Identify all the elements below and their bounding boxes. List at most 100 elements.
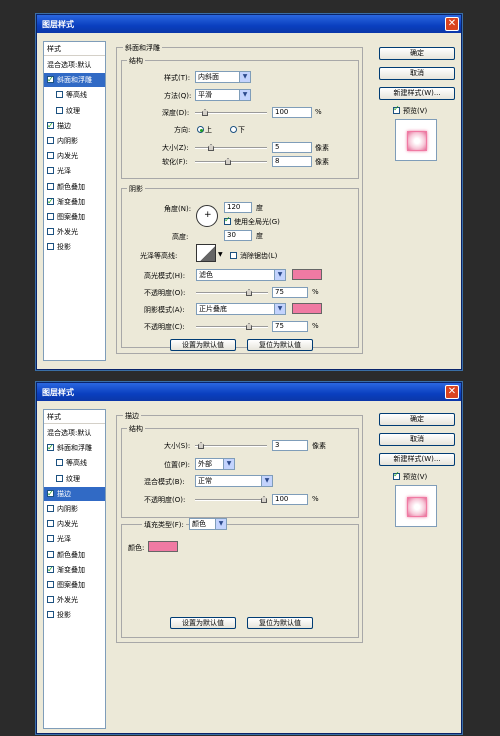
checkbox-icon[interactable] [47, 611, 54, 619]
checkbox-icon[interactable] [47, 505, 54, 512]
style-list-item[interactable]: 内发光 [44, 149, 105, 163]
altitude-input[interactable]: 30 [224, 230, 252, 241]
direction-down-option[interactable]: 下 [230, 125, 245, 135]
new-style-button[interactable]: 新建样式(W)... [379, 87, 455, 100]
checkbox-icon[interactable] [56, 474, 63, 482]
angle-input[interactable]: 120 [224, 202, 252, 213]
soften-input[interactable]: 8 [272, 156, 312, 167]
soften-slider[interactable] [195, 158, 267, 166]
preview-option[interactable]: 预览(V) [393, 470, 427, 482]
dialog-titlebar[interactable]: 图层样式 ✕ [37, 15, 461, 33]
size-slider[interactable] [195, 442, 267, 450]
dialog-titlebar[interactable]: 图层样式 ✕ [37, 383, 461, 401]
highlight-color-swatch[interactable] [292, 269, 322, 280]
checkbox-icon[interactable] [47, 581, 54, 588]
opacity-slider[interactable] [195, 496, 267, 504]
style-list-item[interactable]: 图案叠加 [44, 210, 105, 224]
checkbox-checked-icon[interactable] [47, 487, 54, 501]
checkbox-icon[interactable] [47, 550, 54, 558]
style-list-item[interactable]: 光泽 [44, 532, 105, 546]
position-select[interactable]: 外部 ▼ [195, 458, 235, 470]
style-list-item[interactable]: 投影 [44, 608, 105, 622]
style-list-item[interactable]: 斜面和浮雕 [44, 441, 105, 455]
checkbox-icon[interactable] [47, 167, 54, 175]
style-list-item[interactable]: 斜面和浮雕 [44, 73, 105, 88]
shadow-opacity-input[interactable]: 75 [272, 321, 308, 332]
set-default-button[interactable]: 设置为默认值 [170, 339, 236, 351]
gloss-contour-picker[interactable] [196, 244, 216, 262]
size-input[interactable]: 5 [272, 142, 312, 153]
reset-default-button[interactable]: 复位为默认值 [247, 617, 313, 629]
checkbox-icon[interactable] [56, 91, 63, 99]
slider-thumb[interactable] [261, 496, 267, 503]
stroke-color-swatch[interactable] [148, 541, 178, 552]
close-icon[interactable]: ✕ [445, 385, 459, 399]
style-list-item[interactable]: 等高线 [44, 456, 105, 470]
blend-mode-select[interactable]: 正常 ▼ [195, 475, 273, 487]
highlight-opacity-slider[interactable] [196, 289, 268, 297]
shadow-color-swatch[interactable] [292, 303, 322, 314]
style-list-item[interactable]: 渐变叠加 [44, 195, 105, 209]
checkbox-checked-icon[interactable] [47, 563, 54, 577]
checkbox-icon[interactable] [47, 520, 54, 528]
checkbox-checked-icon[interactable] [47, 119, 54, 133]
style-list-item[interactable]: 外发光 [44, 225, 105, 239]
checkbox-icon[interactable] [47, 182, 54, 190]
style-list-item[interactable]: 纹理 [44, 472, 105, 486]
checkbox-checked-icon[interactable] [47, 441, 54, 455]
style-list-item[interactable]: 混合选项:默认 [44, 58, 105, 72]
ok-button[interactable]: 确定 [379, 47, 455, 60]
anti-alias-option[interactable]: 消除锯齿(L) [230, 251, 277, 261]
method-select[interactable]: 平滑 ▼ [195, 89, 251, 101]
checkbox-checked-icon[interactable] [47, 73, 54, 87]
new-style-button[interactable]: 新建样式(W)... [379, 453, 455, 466]
checkbox-icon[interactable] [47, 137, 54, 144]
highlight-opacity-input[interactable]: 75 [272, 287, 308, 298]
checkbox-icon[interactable] [47, 213, 54, 220]
slider-thumb[interactable] [208, 144, 214, 151]
checkbox-icon[interactable] [47, 152, 54, 160]
style-list-item[interactable]: 颜色叠加 [44, 180, 105, 194]
ok-button[interactable]: 确定 [379, 413, 455, 426]
opacity-input[interactable]: 100 [272, 494, 308, 505]
preview-option[interactable]: 预览(V) [393, 104, 427, 116]
slider-thumb[interactable] [246, 289, 252, 296]
style-list-item[interactable]: 内发光 [44, 517, 105, 531]
checkbox-icon[interactable] [47, 596, 54, 604]
slider-thumb[interactable] [198, 442, 204, 449]
style-list-item[interactable]: 渐变叠加 [44, 563, 105, 577]
cancel-button[interactable]: 取消 [379, 433, 455, 446]
reset-default-button[interactable]: 复位为默认值 [247, 339, 313, 351]
style-list-item[interactable]: 光泽 [44, 164, 105, 178]
slider-thumb[interactable] [202, 109, 208, 116]
checkbox-icon[interactable] [56, 459, 63, 467]
style-list-item[interactable]: 外发光 [44, 593, 105, 607]
angle-dial[interactable] [196, 205, 218, 227]
slider-thumb[interactable] [246, 323, 252, 330]
style-select[interactable]: 内斜面 ▼ [195, 71, 251, 83]
style-list-item[interactable]: 图案叠加 [44, 578, 105, 592]
style-list-item[interactable]: 混合选项:默认 [44, 426, 105, 440]
style-list-item[interactable]: 描边 [44, 486, 105, 501]
set-default-button[interactable]: 设置为默认值 [170, 617, 236, 629]
checkbox-icon[interactable] [47, 535, 54, 543]
global-light-option[interactable]: 使用全局光(G) [224, 215, 280, 227]
highlight-mode-select[interactable]: 滤色 ▼ [196, 269, 286, 281]
fill-type-select[interactable]: 颜色 ▼ [189, 518, 227, 530]
checkbox-icon[interactable] [56, 106, 63, 114]
size-slider[interactable] [195, 144, 267, 152]
size-input[interactable]: 3 [272, 440, 308, 451]
depth-slider[interactable] [195, 109, 267, 117]
checkbox-icon[interactable] [47, 243, 54, 251]
close-icon[interactable]: ✕ [445, 17, 459, 31]
style-list-item[interactable]: 描边 [44, 119, 105, 133]
style-list-item[interactable]: 内阴影 [44, 502, 105, 516]
shadow-opacity-slider[interactable] [196, 323, 268, 331]
shadow-mode-select[interactable]: 正片叠底 ▼ [196, 303, 286, 315]
style-list-item[interactable]: 颜色叠加 [44, 548, 105, 562]
direction-up-option[interactable]: 上 [197, 125, 212, 135]
style-list-item[interactable]: 等高线 [44, 88, 105, 102]
style-list-item[interactable]: 纹理 [44, 104, 105, 118]
slider-thumb[interactable] [225, 158, 231, 165]
checkbox-icon[interactable] [47, 228, 54, 236]
